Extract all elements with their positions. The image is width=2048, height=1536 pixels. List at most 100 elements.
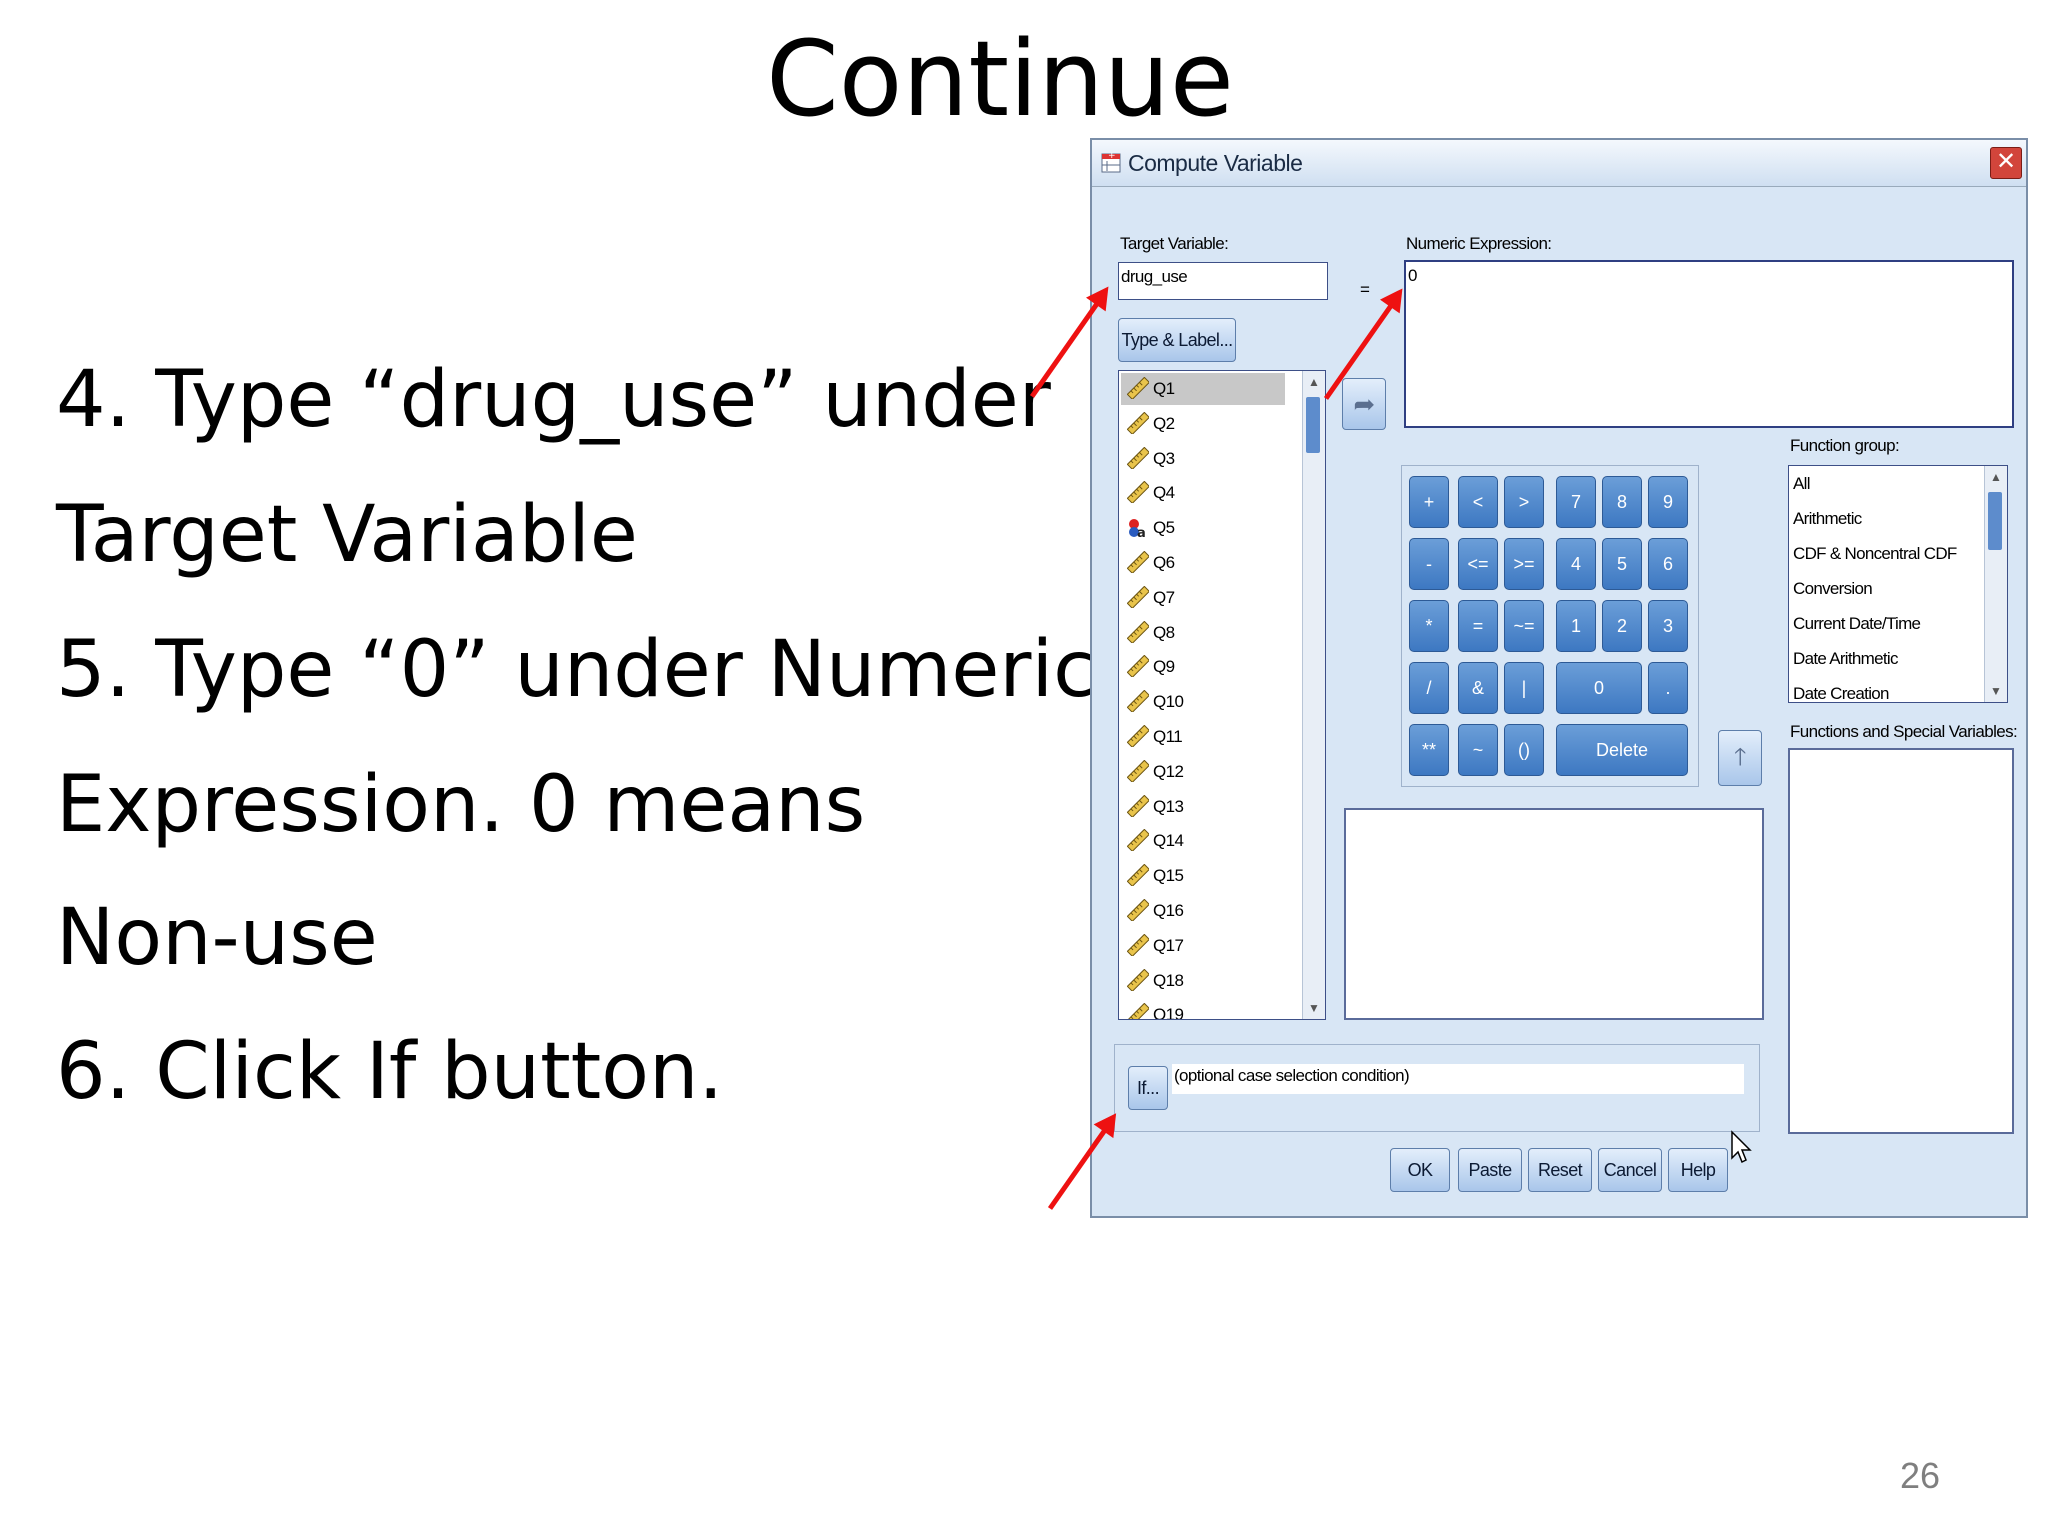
scroll-down-icon[interactable]: ▼ [1303,997,1325,1019]
functions-special-variables-label: Functions and Special Variables: [1790,722,2018,741]
function-group-item[interactable]: All [1793,474,1810,494]
keypad-key-gt[interactable]: > [1504,476,1544,528]
keypad-key-not[interactable]: ~ [1458,724,1498,776]
variable-name: Q14 [1153,831,1184,851]
help-button[interactable]: Help [1668,1148,1728,1192]
variable-name: Q6 [1153,553,1175,572]
function-group-item[interactable]: CDF & Noncentral CDF [1793,544,1957,564]
target-variable-input[interactable]: drug_use [1118,262,1328,300]
function-group-item[interactable]: Arithmetic [1793,509,1862,529]
reset-button[interactable]: Reset [1528,1148,1592,1192]
variable-item[interactable]: Q7 [1121,582,1285,614]
function-group-label: Function group: [1790,436,1900,455]
scrollbar-thumb[interactable] [1988,492,2002,550]
dialog-titlebar[interactable]: + Compute Variable ✕ [1092,140,2026,187]
variable-item[interactable]: Q17 [1121,930,1285,962]
scroll-up-icon[interactable]: ▲ [1303,371,1325,393]
type-label-button[interactable]: Type & Label... [1118,318,1236,362]
variable-item[interactable]: Q1 [1121,373,1285,405]
ruler-icon [1127,585,1149,608]
keypad-key-ge[interactable]: >= [1504,538,1544,590]
variable-item[interactable]: Q11 [1121,721,1285,753]
keypad-key-k7[interactable]: 7 [1556,476,1596,528]
keypad-key-plus[interactable]: + [1409,476,1449,528]
variable-list[interactable]: Q19 Q18 Q17 Q16 Q15 Q14 Q13 Q12 Q11 Q10 Q9 Q8 Q7 Q6 a Q… [1118,370,1326,1020]
keypad-key-k0[interactable]: 0 [1556,662,1642,714]
scroll-down-icon[interactable]: ▼ [1985,680,2007,702]
paste-button[interactable]: Paste [1458,1148,1522,1192]
function-group-item[interactable]: Conversion [1793,579,1873,599]
variable-name: Q9 [1153,657,1175,677]
variable-item[interactable]: Q18 [1121,965,1285,997]
variable-item[interactable]: Q16 [1121,895,1285,927]
keypad-key-k9[interactable]: 9 [1648,476,1688,528]
keypad-key-power[interactable]: ** [1409,724,1449,776]
ok-button[interactable]: OK [1390,1148,1450,1192]
move-up-button[interactable]: 🡑 [1718,730,1762,786]
variable-item[interactable]: Q4 [1121,477,1285,509]
variable-item[interactable]: Q9 [1121,651,1285,683]
keypad-key-ne[interactable]: ~= [1504,600,1544,652]
instruction-line-4: Expression. 0 means [56,760,866,850]
keypad-key-delete[interactable]: Delete [1556,724,1688,776]
function-group-list[interactable]: Date Creation Date Arithmetic Current Date… [1788,465,2008,703]
keypad-key-times[interactable]: * [1409,600,1449,652]
variable-item[interactable]: Q10 [1121,686,1285,718]
ruler-icon [1127,759,1149,782]
ruler-icon [1127,794,1149,817]
keypad-key-or[interactable]: | [1504,662,1544,714]
if-button[interactable]: If... [1128,1066,1168,1110]
variable-item[interactable]: Q19 [1121,999,1285,1019]
keypad-key-k6[interactable]: 6 [1648,538,1688,590]
keypad-key-eq[interactable]: = [1458,600,1498,652]
ruler-icon [1127,411,1149,434]
keypad-key-k3[interactable]: 3 [1648,600,1688,652]
keypad-key-k1[interactable]: 1 [1556,600,1596,652]
variable-item[interactable]: Q2 [1121,408,1285,440]
variable-item[interactable]: Q14 [1121,825,1285,857]
keypad-key-minus[interactable]: - [1409,538,1449,590]
keypad-key-k4[interactable]: 4 [1556,538,1596,590]
keypad-key-k8[interactable]: 8 [1602,476,1642,528]
keypad-key-and[interactable]: & [1458,662,1498,714]
variable-name: Q1 [1153,379,1175,398]
variable-item[interactable]: Q6 [1121,547,1285,579]
variable-name: Q12 [1153,761,1184,781]
variable-item[interactable]: Q15 [1121,860,1285,892]
variable-item[interactable]: a Q5 [1121,512,1285,544]
variable-list-scrollbar[interactable]: ▲ ▼ [1302,371,1325,1019]
variable-item[interactable]: Q12 [1121,756,1285,788]
variable-name: Q5 [1153,518,1175,538]
target-variable-label: Target Variable: [1120,234,1229,253]
variable-item[interactable]: Q13 [1121,791,1285,823]
variable-name: Q4 [1153,483,1175,503]
keypad-key-divide[interactable]: / [1409,662,1449,714]
keypad-key-lt[interactable]: < [1458,476,1498,528]
ruler-icon [1127,690,1149,713]
numeric-expression-label: Numeric Expression: [1406,234,1552,253]
move-to-expression-button[interactable]: ➦ [1342,378,1386,430]
compute-dialog-icon: + [1101,151,1121,173]
keypad-key-k5[interactable]: 5 [1602,538,1642,590]
scrollbar-thumb[interactable] [1306,397,1320,453]
function-group-item[interactable]: Date Creation [1793,684,1889,702]
functions-list[interactable] [1788,748,2014,1134]
keypad-key-parens[interactable]: () [1504,724,1544,776]
ruler-icon [1127,377,1149,399]
instruction-line-6: 6. Click If button. [56,1027,724,1117]
variable-item[interactable]: Q8 [1121,617,1285,649]
keypad-key-dot[interactable]: . [1648,662,1688,714]
keypad-key-le[interactable]: <= [1458,538,1498,590]
variable-item[interactable]: Q3 [1121,443,1285,475]
variable-name: Q16 [1153,901,1184,920]
close-button[interactable]: ✕ [1990,147,2022,179]
scroll-up-icon[interactable]: ▲ [1985,466,2007,488]
if-condition-text: (optional case selection condition) [1172,1064,1744,1094]
function-group-scrollbar[interactable]: ▲ ▼ [1984,466,2007,702]
cancel-button[interactable]: Cancel [1598,1148,1662,1192]
function-group-item[interactable]: Current Date/Time [1793,614,1921,634]
variable-name: Q13 [1153,796,1184,816]
numeric-expression-input[interactable]: 0 [1404,260,2014,428]
keypad-key-k2[interactable]: 2 [1602,600,1642,652]
function-group-item[interactable]: Date Arithmetic [1793,649,1898,669]
